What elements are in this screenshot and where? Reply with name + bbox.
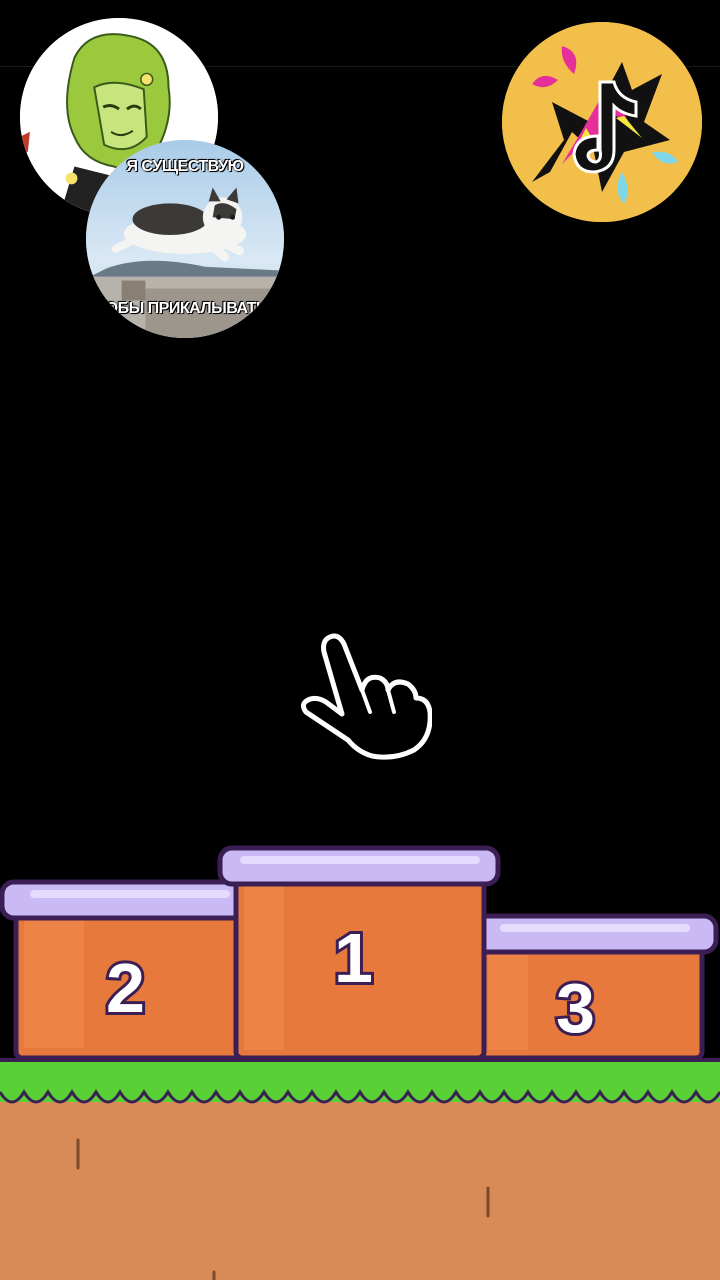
- podium-label-first: 1: [331, 916, 376, 1000]
- meme-caption-bottom: ЧТОБЫ ПРИКАЛЫВАТЬСЯ: [86, 300, 284, 317]
- podium-label-third: 3: [553, 966, 598, 1050]
- podium-label-second: 2: [103, 946, 148, 1030]
- tiktok-logo-icon[interactable]: [502, 22, 702, 222]
- leaping-cat-photo-icon[interactable]: Я СУЩЕСТВУЮ ЧТОБЫ ПРИКАЛЫВАТЬСЯ: [86, 140, 284, 338]
- meme-caption-top: Я СУЩЕСТВУЮ: [126, 158, 244, 175]
- pointing-hand-icon: [300, 630, 433, 760]
- podium-third-place: [471, 913, 719, 1061]
- podium-scene: [0, 845, 720, 1280]
